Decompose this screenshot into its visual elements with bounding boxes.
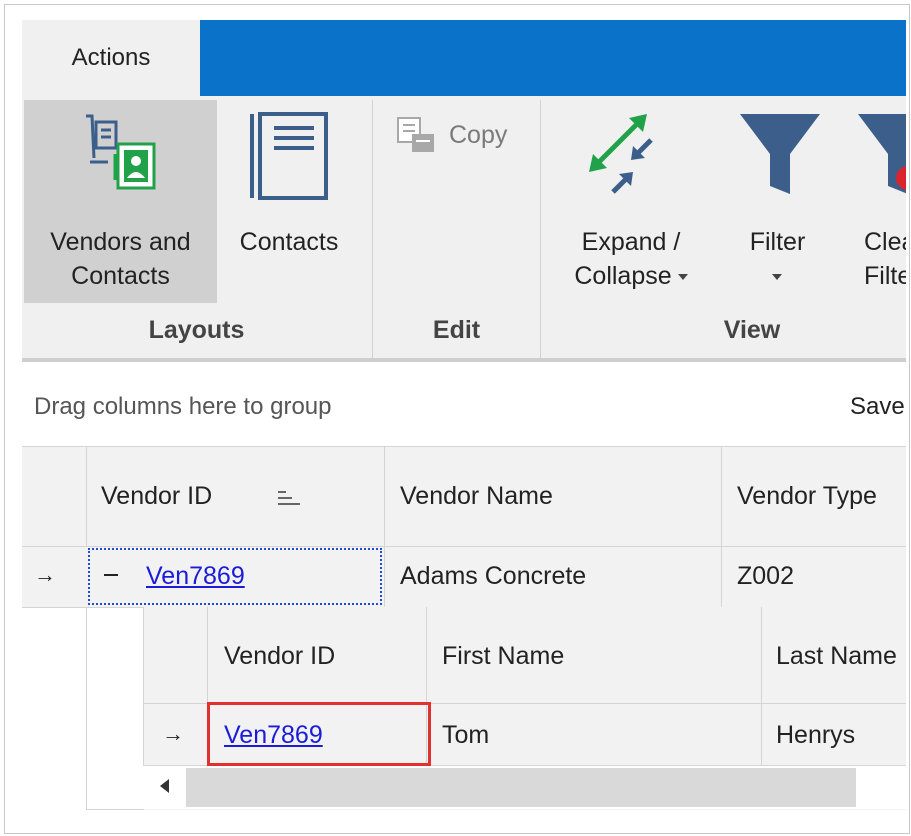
clear-filter-label-2: Filte — [864, 262, 906, 290]
contacts-label: Contacts — [239, 228, 339, 256]
grid-line — [86, 607, 87, 810]
vendors-contacts-label-2: Contacts — [71, 262, 170, 290]
grid-line — [207, 607, 208, 703]
vendor-id-link[interactable]: Ven7869 — [146, 562, 245, 591]
group-panel-hint[interactable]: Drag columns here to group — [34, 393, 332, 421]
detail-header-vendor-id[interactable]: Vendor ID — [224, 642, 335, 671]
filter-icon — [740, 114, 820, 194]
last-name-cell: Henrys — [776, 721, 856, 749]
grid-line — [22, 446, 906, 447]
detail-vendor-id-link[interactable]: Ven7869 — [224, 721, 323, 750]
row-indicator-arrow-icon: → — [162, 721, 184, 746]
column-header-vendor-id[interactable]: Vendor ID — [101, 482, 212, 511]
row-indicator-arrow-icon: → — [34, 562, 56, 587]
expand-collapse-icon — [589, 114, 653, 194]
contacts-icon — [250, 112, 328, 200]
vendors-contacts-icon — [86, 114, 156, 190]
expand-collapse-label-2: Collapse — [556, 259, 706, 293]
group-separator — [372, 100, 373, 358]
grid-line — [22, 546, 906, 547]
column-header-vendor-type[interactable]: Vendor Type — [737, 482, 877, 511]
grid-line — [384, 446, 385, 607]
tab-actions[interactable]: Actions — [22, 20, 200, 96]
tab-actions-label: Actions — [71, 44, 151, 71]
group-label-view: View — [723, 316, 781, 344]
scroll-left-icon[interactable] — [160, 779, 169, 793]
detail-header-last-name[interactable]: Last Name — [776, 642, 897, 671]
copy-label: Copy — [449, 121, 508, 149]
grid-line — [86, 446, 87, 546]
clear-filter-label-1: Clea — [864, 228, 906, 256]
first-name-cell: Tom — [442, 721, 490, 749]
clear-filter-button[interactable]: Clea Filte — [848, 100, 906, 303]
collapse-icon[interactable] — [104, 574, 118, 576]
clear-filter-icon — [858, 114, 906, 194]
vendor-type-cell: Z002 — [737, 562, 794, 590]
detail-header-first-name[interactable]: First Name — [442, 642, 564, 671]
column-header-vendor-name[interactable]: Vendor Name — [400, 482, 553, 511]
grid-line — [721, 446, 722, 607]
chevron-down-icon — [677, 274, 688, 281]
vendor-name-cell: Adams Concrete — [400, 562, 587, 590]
scrollbar-thumb[interactable] — [186, 768, 856, 807]
copy-icon — [397, 117, 434, 152]
sort-icon[interactable] — [276, 488, 304, 512]
filter-label: Filter — [749, 228, 806, 256]
chevron-down-icon — [772, 268, 782, 286]
grid-line — [761, 607, 762, 765]
group-separator — [540, 100, 541, 358]
group-label-layouts: Layouts — [148, 316, 245, 344]
expand-collapse-label-1: Expand / — [581, 228, 681, 256]
save-layout-button[interactable]: Save — [850, 393, 905, 421]
ribbon-divider — [22, 358, 906, 362]
group-label-edit: Edit — [432, 316, 481, 344]
vendors-contacts-label-1: Vendors and — [50, 228, 191, 256]
